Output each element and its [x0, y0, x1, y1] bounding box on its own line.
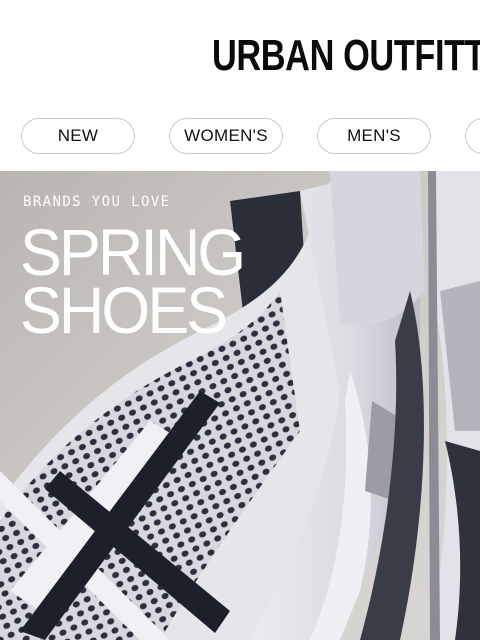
site-header: URBAN OUTFITTERS: [0, 0, 480, 110]
page: URBAN OUTFITTERS NEW WOMEN'S MEN'S: [0, 0, 480, 640]
hero-headline-line2: SHOES: [20, 273, 228, 347]
brand-logo[interactable]: URBAN OUTFITTERS: [212, 30, 480, 82]
category-pill-mens[interactable]: MEN'S: [317, 118, 431, 154]
category-nav: NEW WOMEN'S MEN'S: [0, 110, 480, 170]
hero-banner[interactable]: BRANDS YOU LOVE SPRING SHOES: [0, 171, 480, 640]
hero-headline: SPRING SHOES: [20, 219, 246, 347]
category-pill-womens[interactable]: WOMEN'S: [169, 118, 283, 154]
hero-eyebrow: BRANDS YOU LOVE: [23, 194, 171, 210]
category-pill-new[interactable]: NEW: [21, 118, 135, 154]
category-pill-next[interactable]: [465, 118, 480, 154]
